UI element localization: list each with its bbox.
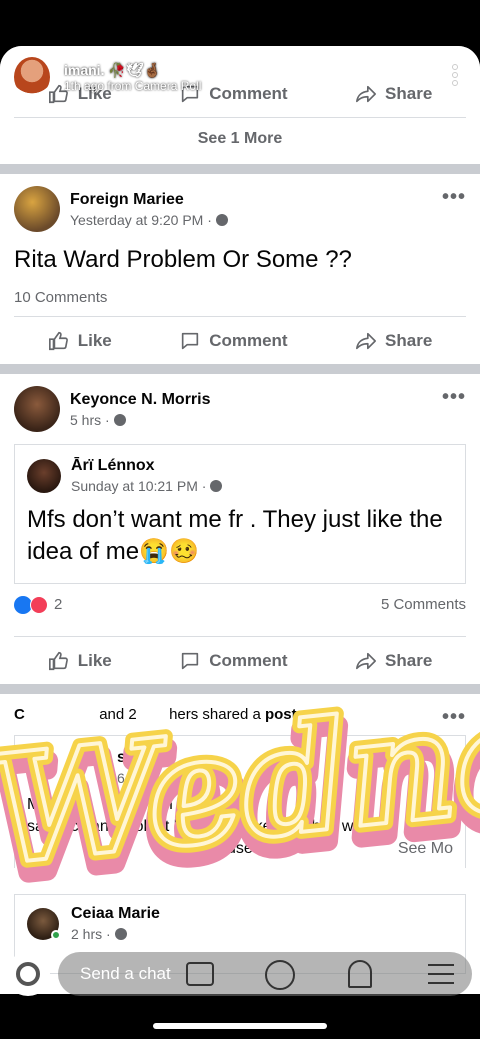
see-more-link[interactable]: See Mo (398, 840, 453, 858)
comment-label: Comment (209, 83, 288, 103)
sharer-initial[interactable]: C (14, 706, 25, 723)
comment-button[interactable]: Comment (179, 650, 288, 672)
see-more-comments-link[interactable]: See 1 More (0, 130, 480, 148)
author-name[interactable]: Keyonce N. Morris (70, 391, 466, 409)
more-options-icon[interactable]: ••• (442, 706, 466, 729)
share-button[interactable]: Share (355, 650, 432, 672)
more-options-icon[interactable]: ••• (442, 186, 466, 209)
shared-post-card[interactable]: s F 6 My home me h n hom i s. sat back a… (14, 735, 466, 868)
post-foreign-mariee: Foreign Mariee Yesterday at 9:20 PM · ••… (0, 174, 480, 364)
share-icon (356, 652, 377, 669)
like-label: Like (77, 330, 112, 350)
comment-count[interactable]: 5 Comments (381, 596, 466, 613)
avatar[interactable] (14, 186, 60, 232)
feed-divider (0, 684, 480, 694)
share-icon (356, 332, 377, 349)
feed-divider (0, 164, 480, 174)
post-shared-group: C and 2 hers shared a post. ••• s F 6 My… (0, 694, 480, 882)
post-keyonce-morris: Keyonce N. Morris 5 hrs · ••• Ārï Lénnox… (0, 374, 480, 684)
author-name[interactable]: Ceiaa Marie (71, 905, 160, 923)
home-indicator[interactable] (153, 1023, 327, 1029)
post-time: 5 hrs · (70, 411, 110, 428)
thumbs-up-icon (48, 331, 68, 350)
avatar[interactable] (27, 907, 61, 940)
story-emoji: 🥀🕊🤞🏾 (108, 61, 161, 78)
groups-icon[interactable] (265, 960, 295, 990)
post-header: Foreign Mariee Yesterday at 9:20 PM · (0, 174, 480, 232)
share-icon (356, 85, 377, 102)
shared-text-line-3: use do a (227, 840, 311, 857)
reaction-count: 2 (54, 596, 63, 614)
camera-icon (16, 962, 40, 986)
share-button[interactable]: Share (355, 330, 432, 352)
comment-icon (182, 332, 199, 349)
camera-button[interactable] (6, 952, 50, 996)
thumbs-up-icon (48, 651, 68, 670)
comment-button[interactable]: Comment (179, 330, 288, 352)
globe-icon (215, 213, 228, 226)
comment-label: Comment (209, 330, 288, 350)
avatar[interactable] (14, 386, 60, 432)
shared-post-time: Sunday at 10:21 PM · (71, 478, 207, 494)
shared-avatar (27, 458, 61, 493)
share-button[interactable]: Share (355, 83, 432, 105)
feed-divider (0, 364, 480, 374)
video-icon[interactable] (186, 962, 214, 986)
online-indicator (51, 929, 61, 940)
globe-icon (113, 413, 126, 426)
menu-icon[interactable] (428, 964, 454, 984)
shared-post-text: Mfs don’t want me fr . They just like th… (27, 506, 443, 566)
shared-text-line-2: sat back and look at him . He asked m hy… (27, 818, 371, 835)
shared-by-header: C and 2 hers shared a post. (0, 694, 480, 723)
post-time: Yesterday at 9:20 PM · (70, 211, 212, 228)
share-label: Share (385, 330, 433, 350)
comment-count[interactable]: 10 Comments (0, 275, 480, 306)
love-reaction-icon (30, 595, 48, 614)
comment-label: Comment (209, 650, 288, 670)
bell-icon[interactable] (348, 960, 372, 988)
snap-chat-bar: Send a chat (0, 948, 480, 998)
like-button[interactable]: Like (48, 330, 112, 352)
sharer-middle: and 2 (99, 706, 137, 723)
post-link[interactable]: post. (265, 706, 301, 723)
chat-placeholder: Send a chat (80, 964, 171, 983)
shared-author-name[interactable]: s F (117, 749, 140, 767)
post-time: 2 hrs · (71, 926, 111, 942)
comment-icon (182, 652, 199, 669)
share-label: Share (385, 650, 433, 670)
shared-text-line-1: My home me h n hom i s. (27, 796, 256, 813)
share-label: Share (385, 83, 433, 103)
author-name[interactable]: Foreign Mariee (70, 191, 466, 209)
story-username[interactable]: imani. (64, 62, 104, 78)
like-label: Like (77, 650, 112, 670)
post-header: Keyonce N. Morris 5 hrs · (0, 374, 480, 432)
post-actions: Like Comment Share (14, 316, 466, 364)
story-header: imani. 🥀🕊🤞🏾 1th ago from Camera Roll (14, 54, 201, 100)
more-options-icon[interactable]: ••• (442, 386, 466, 409)
sharer-suffix: hers shared a (169, 706, 261, 723)
bitmoji-avatar[interactable] (14, 57, 50, 97)
shared-post-card[interactable]: Ārï Lénnox Sunday at 10:21 PM · Mfs don’… (14, 444, 466, 584)
globe-icon (114, 928, 127, 940)
story-subtitle: 1th ago from Camera Roll (64, 78, 202, 93)
like-button[interactable]: Like (48, 650, 112, 672)
snap-screen: Like Comment Share See 1 More Foreign Ma… (0, 46, 480, 994)
shared-post-time: 6 (117, 769, 125, 786)
status-bar (0, 0, 480, 46)
shared-author-name[interactable]: Ārï Lénnox (71, 457, 222, 475)
post-text: Rita Ward Problem Or Some ?? (14, 246, 352, 273)
story-menu-icon[interactable] (449, 62, 461, 90)
post-actions: Like Comment Share (14, 636, 466, 684)
reactions-summary[interactable]: 2 (14, 595, 63, 614)
globe-icon (210, 480, 223, 492)
